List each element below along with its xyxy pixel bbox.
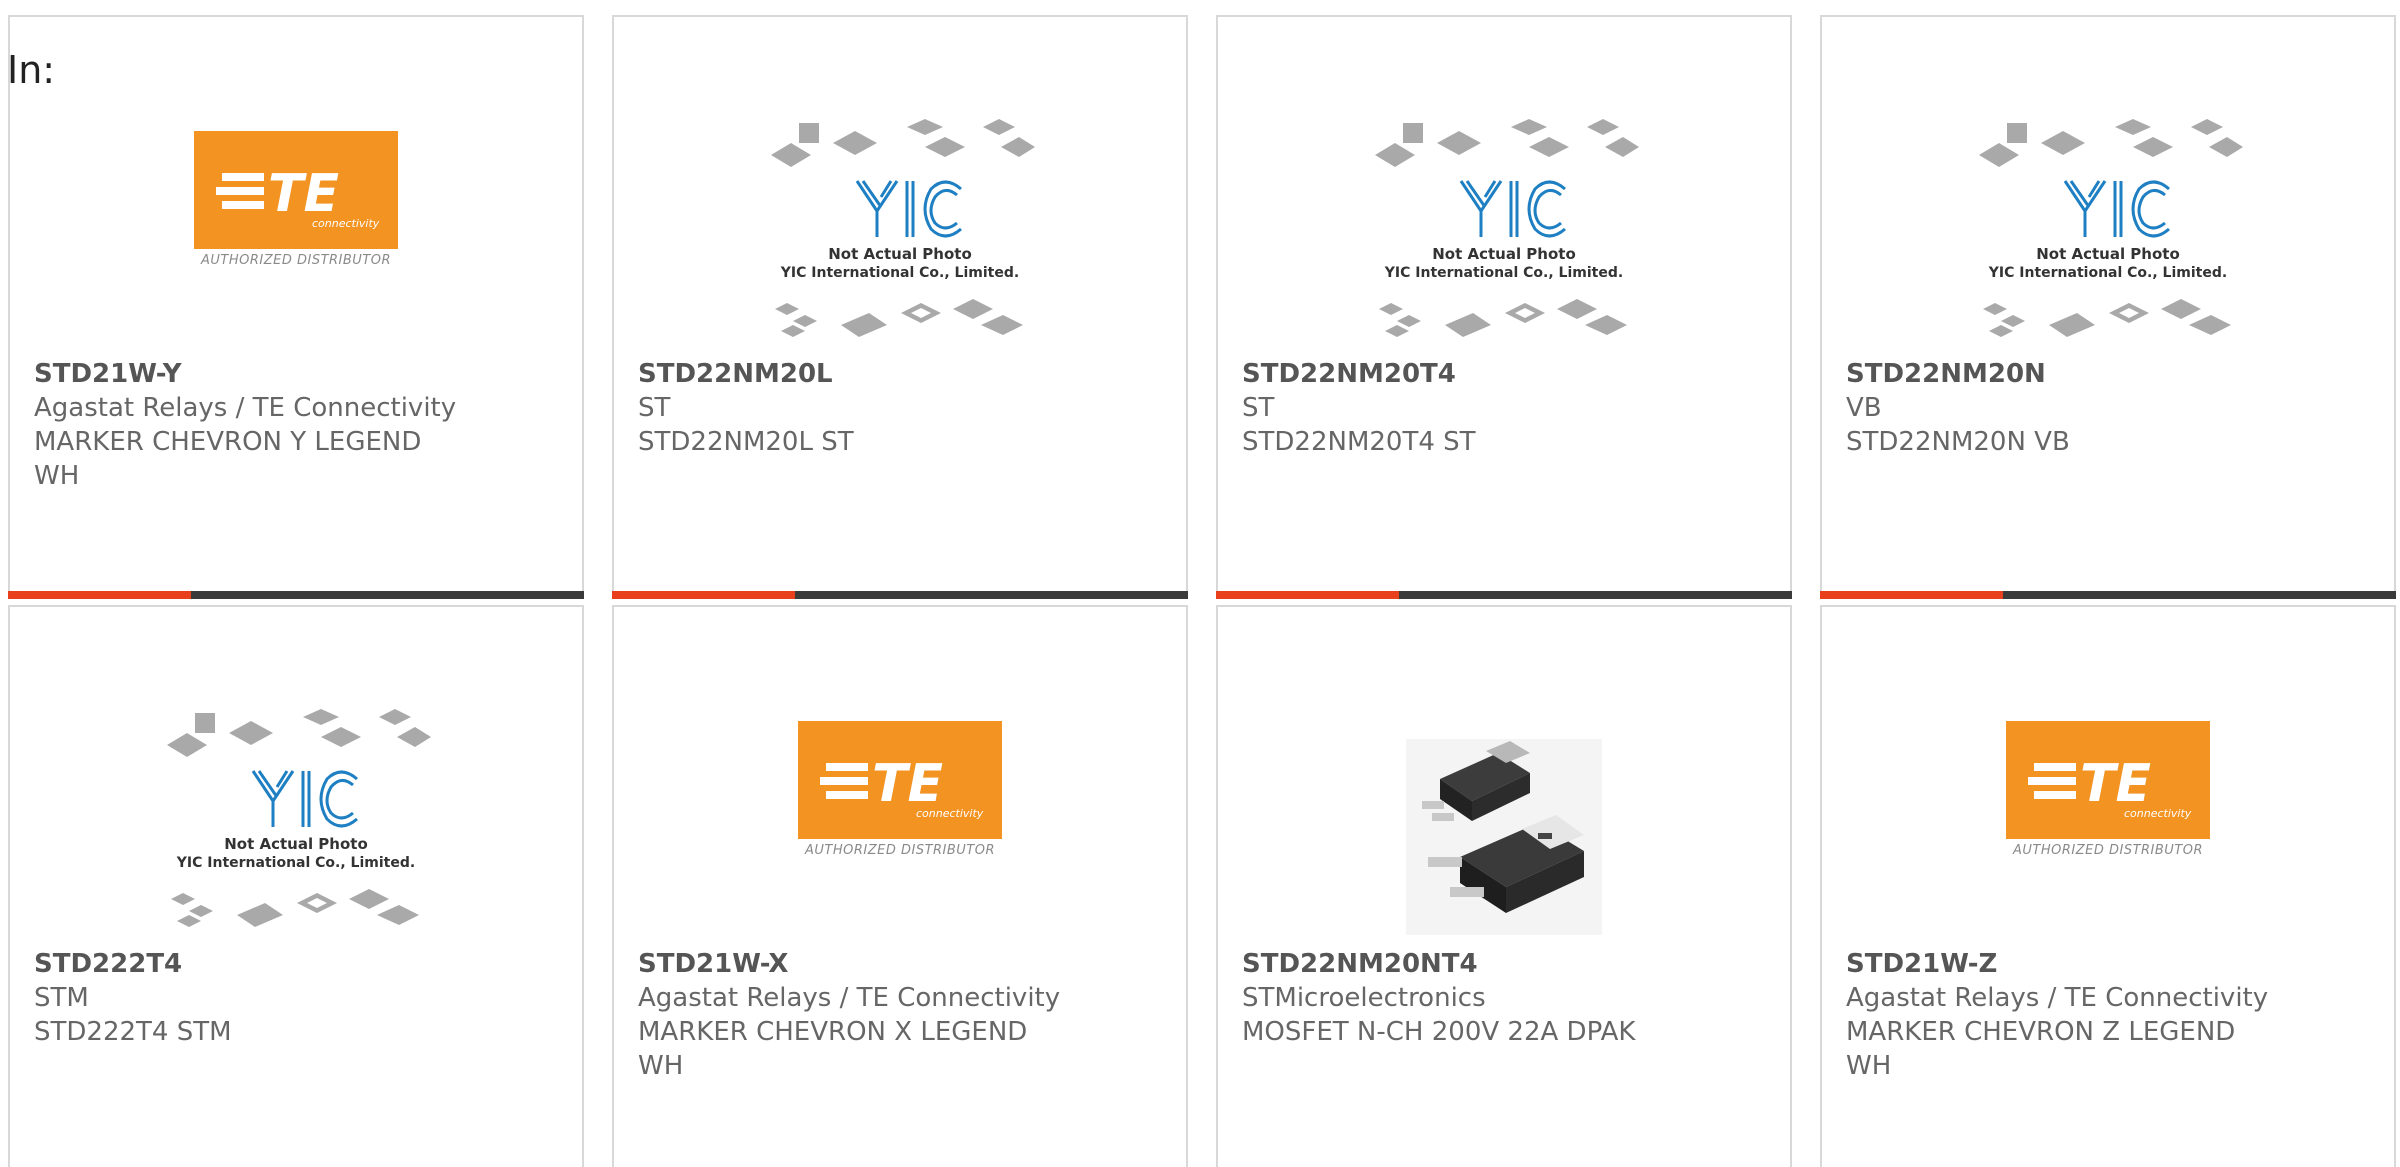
te-caption: AUTHORIZED DISTRIBUTOR <box>804 843 996 858</box>
manufacturer: ST <box>1242 393 1275 423</box>
part-number-link[interactable]: STD22NM20N <box>1846 357 2276 391</box>
manufacturer: Agastat Relays / TE Connectivity <box>1846 983 2269 1013</box>
part-number-link[interactable]: STD222T4 <box>34 947 464 981</box>
manufacturer: STM <box>34 983 89 1013</box>
part-number-link[interactable]: STD22NM20T4 <box>1242 357 1672 391</box>
product-grid-page: In: TE connectivity AUTHORIZED DISTRIBUT… <box>0 0 2400 1167</box>
yic-caption-line2: YIC International Co., Limited. <box>1988 265 2227 281</box>
product-card[interactable]: Not Actual Photo YIC International Co., … <box>8 605 584 1167</box>
manufacturer: ST <box>638 393 671 423</box>
description: MOSFET N-CH 200V 22A DPAK <box>1242 1017 1636 1047</box>
product-image[interactable]: TE connectivity AUTHORIZED DISTRIBUTOR <box>614 667 1186 957</box>
product-card[interactable]: TE connectivity AUTHORIZED DISTRIBUTOR S… <box>1820 605 2396 1167</box>
manufacturer: Agastat Relays / TE Connectivity <box>34 393 457 423</box>
part-number-link[interactable]: STD21W-X <box>638 947 1068 981</box>
product-image[interactable]: Not Actual Photo YIC International Co., … <box>614 77 1186 367</box>
description: STD22NM20T4 ST <box>1242 427 1476 457</box>
description: STD22NM20L ST <box>638 427 854 457</box>
card-accent-bar <box>1820 591 2003 599</box>
product-image[interactable]: TE connectivity AUTHORIZED DISTRIBUTOR <box>1822 667 2394 957</box>
product-card[interactable]: Not Actual Photo YIC International Co., … <box>612 15 1188 599</box>
te-caption: AUTHORIZED DISTRIBUTOR <box>200 253 392 268</box>
product-card[interactable]: Not Actual Photo YIC International Co., … <box>1216 15 1792 599</box>
product-image[interactable]: TE connectivity AUTHORIZED DISTRIBUTOR <box>10 77 582 367</box>
card-bottom-bar <box>8 591 584 599</box>
product-card[interactable]: TE connectivity AUTHORIZED DISTRIBUTOR S… <box>8 15 584 599</box>
svg-text:connectivity: connectivity <box>312 217 380 230</box>
product-info: STD21W-X Agastat Relays / TE Connectivity… <box>638 947 1068 1083</box>
description: MARKER CHEVRON Z LEGEND <box>1846 1017 2236 1047</box>
product-image[interactable]: Not Actual Photo YIC International Co., … <box>1822 77 2394 367</box>
description: MARKER CHEVRON Y LEGEND <box>34 427 422 457</box>
svg-text:TE: TE <box>268 164 339 224</box>
yic-caption-line2: YIC International Co., Limited. <box>780 265 1019 281</box>
yic-caption-line2: YIC International Co., Limited. <box>176 855 415 871</box>
product-info: STD22NM20NT4 STMicroelectronics MOSFET N-C… <box>1242 947 1672 1049</box>
yic-caption-line1: Not Actual Photo <box>2036 245 2180 263</box>
manufacturer: VB <box>1846 393 1882 423</box>
card-bottom-bar <box>1820 591 2396 599</box>
product-image[interactable] <box>1218 667 1790 957</box>
product-card[interactable]: STD22NM20NT4 STMicroelectronics MOSFET N-C… <box>1216 605 1792 1167</box>
te-caption: AUTHORIZED DISTRIBUTOR <box>2012 843 2204 858</box>
description-continued: WH <box>638 1051 684 1081</box>
card-bottom-bar <box>612 591 1188 599</box>
product-info: STD22NM20L ST STD22NM20L ST <box>638 357 1068 459</box>
yic-caption-line1: Not Actual Photo <box>1432 245 1576 263</box>
svg-text:connectivity: connectivity <box>2124 807 2192 820</box>
description: MARKER CHEVRON X LEGEND <box>638 1017 1028 1047</box>
yic-placeholder-image-icon: Not Actual Photo YIC International Co., … <box>1973 119 2243 363</box>
product-info: STD21W-Z Agastat Relays / TE Connectivity… <box>1846 947 2276 1083</box>
yic-caption-line1: Not Actual Photo <box>224 835 368 853</box>
product-card[interactable]: TE connectivity AUTHORIZED DISTRIBUTOR S… <box>612 605 1188 1167</box>
te-connectivity-logo-icon: TE connectivity AUTHORIZED DISTRIBUTOR <box>798 721 1002 865</box>
description: STD22NM20N VB <box>1846 427 2070 457</box>
part-number-link[interactable]: STD21W-Y <box>34 357 464 391</box>
part-number-link[interactable]: STD22NM20L <box>638 357 1068 391</box>
dpak-package-image-icon <box>1406 739 1602 939</box>
card-bottom-bar <box>1216 591 1792 599</box>
yic-placeholder-image-icon: Not Actual Photo YIC International Co., … <box>765 119 1035 363</box>
description: STD222T4 STM <box>34 1017 232 1047</box>
part-number-link[interactable]: STD21W-Z <box>1846 947 2276 981</box>
yic-caption-line1: Not Actual Photo <box>828 245 972 263</box>
svg-text:connectivity: connectivity <box>916 807 984 820</box>
product-image[interactable]: Not Actual Photo YIC International Co., … <box>10 667 582 957</box>
manufacturer: Agastat Relays / TE Connectivity <box>638 983 1061 1013</box>
card-accent-bar <box>612 591 795 599</box>
card-accent-bar <box>1216 591 1399 599</box>
part-number-link[interactable]: STD22NM20NT4 <box>1242 947 1672 981</box>
te-connectivity-logo-icon: TE connectivity AUTHORIZED DISTRIBUTOR <box>2006 721 2210 865</box>
yic-caption-line2: YIC International Co., Limited. <box>1384 265 1623 281</box>
product-image[interactable]: Not Actual Photo YIC International Co., … <box>1218 77 1790 367</box>
product-info: STD222T4 STM STD222T4 STM <box>34 947 464 1049</box>
product-info: STD22NM20N VB STD22NM20N VB <box>1846 357 2276 459</box>
te-connectivity-logo-icon: TE connectivity AUTHORIZED DISTRIBUTOR <box>194 131 398 275</box>
yic-placeholder-image-icon: Not Actual Photo YIC International Co., … <box>1369 119 1639 363</box>
manufacturer: STMicroelectronics <box>1242 983 1486 1013</box>
yic-placeholder-image-icon: Not Actual Photo YIC International Co., … <box>161 709 431 953</box>
svg-text:TE: TE <box>872 754 943 814</box>
description-continued: WH <box>1846 1051 1892 1081</box>
product-info: STD22NM20T4 ST STD22NM20T4 ST <box>1242 357 1672 459</box>
svg-text:TE: TE <box>2080 754 2151 814</box>
product-card[interactable]: Not Actual Photo YIC International Co., … <box>1820 15 2396 599</box>
in-label: In: <box>7 48 56 92</box>
product-info: STD21W-Y Agastat Relays / TE Connectivity… <box>34 357 464 493</box>
description-continued: WH <box>34 461 80 491</box>
card-accent-bar <box>8 591 191 599</box>
